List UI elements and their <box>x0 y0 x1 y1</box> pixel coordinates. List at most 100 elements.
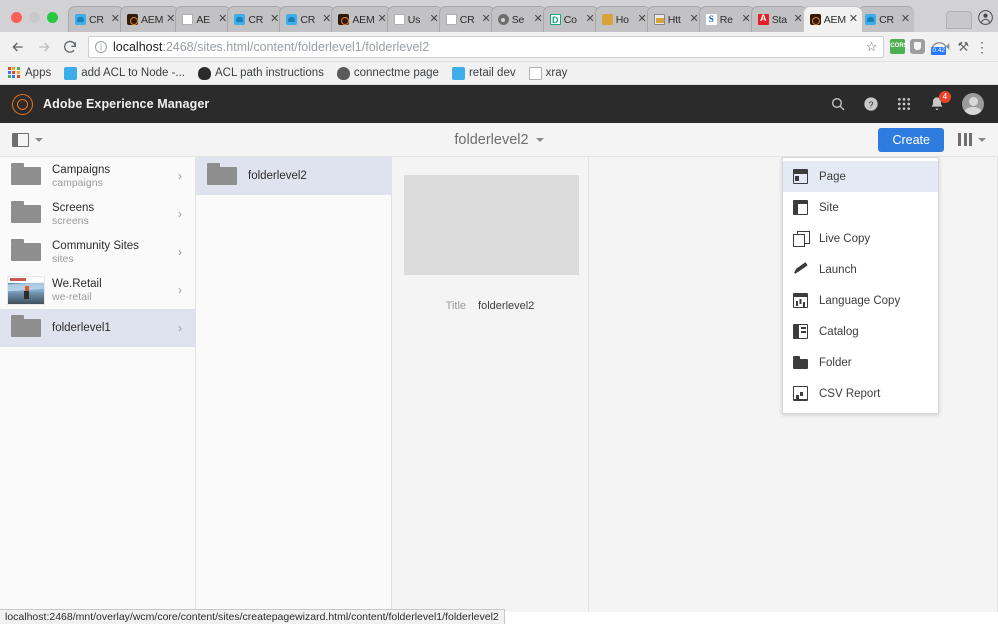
menu-item[interactable]: Folder <box>783 347 938 378</box>
close-tab-icon[interactable]: ✕ <box>586 14 595 25</box>
search-icon[interactable] <box>830 96 846 112</box>
menu-item[interactable]: Live Copy <box>783 223 938 254</box>
browser-tab[interactable]: AEM✕ <box>331 6 390 32</box>
reload-button[interactable] <box>58 35 82 59</box>
address-bar[interactable]: i localhost:2468/sites.html/content/fold… <box>88 36 884 58</box>
menu-item-label: CSV Report <box>819 388 880 400</box>
close-tab-icon[interactable]: ✕ <box>218 14 227 25</box>
close-tab-icon[interactable]: ✕ <box>901 14 910 25</box>
browser-tab[interactable]: Ho✕ <box>595 6 651 32</box>
page-thumbnail <box>7 276 45 305</box>
bookmark-item[interactable]: ACL path instructions <box>198 67 324 80</box>
site-info-icon[interactable]: i <box>95 41 107 53</box>
fish-extension-icon[interactable]: 0.42 <box>930 39 952 54</box>
list-item-title: folderlevel1 <box>52 321 173 335</box>
browser-tab[interactable]: AE✕ <box>175 6 231 32</box>
close-tab-icon[interactable]: ✕ <box>378 14 387 25</box>
tools-extension-icon[interactable]: ⚒ <box>957 39 969 55</box>
create-button[interactable]: Create <box>878 128 944 152</box>
minimize-window-button[interactable] <box>29 12 40 23</box>
list-item[interactable]: Campaignscampaigns› <box>0 157 195 195</box>
folder-icon <box>793 355 808 370</box>
close-tab-icon[interactable]: ✕ <box>638 14 647 25</box>
browser-tab-label: Ho <box>616 14 635 26</box>
browser-tab[interactable]: Se✕ <box>491 6 547 32</box>
browser-tab[interactable]: Htt✕ <box>647 6 703 32</box>
menu-item[interactable]: Catalog <box>783 316 938 347</box>
bookmark-star-icon[interactable]: ☆ <box>866 39 878 55</box>
cors-extension-icon[interactable]: CORS <box>890 39 905 54</box>
chevron-right-icon[interactable]: › <box>173 321 187 335</box>
aem-title: Adobe Experience Manager <box>43 97 209 111</box>
browser-tab[interactable]: CR✕ <box>227 6 283 32</box>
rail-toggle[interactable] <box>12 133 43 147</box>
browser-tab-label: CR <box>300 14 319 26</box>
maximize-window-button[interactable] <box>47 12 58 23</box>
close-tab-icon[interactable]: ✕ <box>742 14 751 25</box>
menu-item[interactable]: Page <box>783 161 938 192</box>
bookmark-item[interactable]: Apps <box>8 67 51 80</box>
new-tab-button[interactable] <box>946 11 972 29</box>
chevron-right-icon[interactable]: › <box>173 245 187 259</box>
aem-icon <box>127 14 138 25</box>
list-item[interactable]: folderlevel1› <box>0 309 195 347</box>
preview-meta-label: Title <box>446 300 466 312</box>
browser-tab[interactable]: SRe✕ <box>699 6 755 32</box>
browser-tab[interactable]: CR✕ <box>858 6 914 32</box>
list-item[interactable]: We.Retailwe-retail› <box>0 271 195 309</box>
browser-tab[interactable]: CR✕ <box>279 6 335 32</box>
shield-extension-icon[interactable] <box>910 39 925 54</box>
forward-button[interactable] <box>32 35 56 59</box>
menu-item-label: Launch <box>819 264 857 276</box>
profile-button[interactable] <box>972 10 998 32</box>
browser-menu-icon[interactable]: ⋮ <box>974 42 990 52</box>
chevron-right-icon[interactable]: › <box>173 283 187 297</box>
adobe-logo[interactable] <box>12 94 33 115</box>
close-tab-icon[interactable]: ✕ <box>849 14 858 25</box>
help-icon[interactable]: ? <box>863 96 879 112</box>
chevron-right-icon[interactable]: › <box>173 207 187 221</box>
browser-tab[interactable]: AEM✕ <box>803 6 862 32</box>
browser-tab[interactable]: DCo✕ <box>543 6 599 32</box>
browser-tab[interactable]: CR✕ <box>439 6 495 32</box>
close-tab-icon[interactable]: ✕ <box>430 14 439 25</box>
notifications-bell-icon[interactable]: 4 <box>929 96 945 112</box>
title-chevron-down-icon[interactable] <box>536 138 544 142</box>
close-window-button[interactable] <box>11 12 22 23</box>
bookmark-item[interactable]: connectme page <box>337 67 439 80</box>
bookmark-label: Apps <box>25 67 51 79</box>
close-tab-icon[interactable]: ✕ <box>111 14 120 25</box>
list-item[interactable]: folderlevel2 <box>196 157 391 195</box>
column-folders-level1: Campaignscampaigns›Screensscreens›Commun… <box>0 157 196 612</box>
browser-tab[interactable]: AEM✕ <box>120 6 179 32</box>
browser-tab[interactable]: Us✕ <box>387 6 443 32</box>
list-item[interactable]: Screensscreens› <box>0 195 195 233</box>
browser-tab[interactable]: CR✕ <box>68 6 124 32</box>
menu-item[interactable]: Site <box>783 192 938 223</box>
close-tab-icon[interactable]: ✕ <box>270 14 279 25</box>
list-item-subtitle: we-retail <box>52 291 173 304</box>
menu-item[interactable]: CSV Report <box>783 378 938 409</box>
adobe-red-icon <box>758 14 769 25</box>
page-title: folderlevel2 <box>454 132 528 148</box>
close-tab-icon[interactable]: ✕ <box>534 14 543 25</box>
solutions-grid-icon[interactable] <box>896 96 912 112</box>
browser-tab[interactable]: Sta✕ <box>751 6 807 32</box>
close-tab-icon[interactable]: ✕ <box>166 14 175 25</box>
bookmark-item[interactable]: retail dev <box>452 67 516 80</box>
document-icon <box>182 14 193 25</box>
close-tab-icon[interactable]: ✕ <box>690 14 699 25</box>
list-item[interactable]: Community Sitessites› <box>0 233 195 271</box>
bookmark-item[interactable]: xray <box>529 67 568 80</box>
bookmark-item[interactable]: add ACL to Node -... <box>64 67 185 80</box>
extensions-area: CORS 0.42 ⚒ ⋮ <box>890 39 992 55</box>
back-button[interactable] <box>6 35 30 59</box>
chevron-right-icon[interactable]: › <box>173 169 187 183</box>
menu-item[interactable]: Language Copy <box>783 285 938 316</box>
column-view-switcher[interactable] <box>958 133 986 146</box>
close-tab-icon[interactable]: ✕ <box>794 14 803 25</box>
avatar[interactable] <box>962 93 984 115</box>
close-tab-icon[interactable]: ✕ <box>322 14 331 25</box>
close-tab-icon[interactable]: ✕ <box>482 14 491 25</box>
menu-item[interactable]: Launch <box>783 254 938 285</box>
